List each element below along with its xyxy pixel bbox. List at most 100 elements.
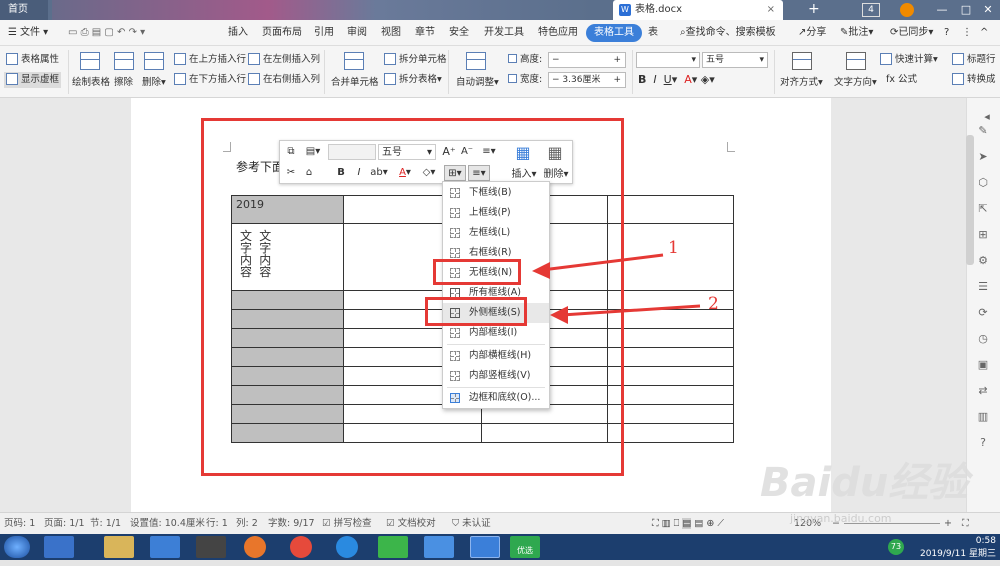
menu-table-style[interactable]: 表 (648, 20, 658, 46)
media-player-icon[interactable] (150, 536, 180, 558)
window-count-badge[interactable]: 4 (862, 3, 880, 17)
select-icon[interactable]: ➤ (975, 150, 991, 164)
help-icon[interactable]: ? (944, 20, 949, 46)
menu-security[interactable]: 安全 (449, 20, 469, 46)
delete-label[interactable]: 删除▾ (142, 74, 166, 88)
delete-icon[interactable] (144, 52, 164, 70)
tool-icon[interactable]: ▥ (975, 410, 991, 424)
page-view-icon[interactable]: ▤ (682, 518, 692, 529)
quick-calc-button[interactable]: 快速计算▾ (880, 52, 938, 68)
width-input[interactable]: − 3.36厘米 + (548, 72, 626, 88)
taskbar-app[interactable] (44, 536, 74, 558)
minimize-icon[interactable]: — (930, 0, 954, 20)
menu-file[interactable]: 文件 ▾ (20, 20, 48, 46)
menu-developer[interactable]: 开发工具 (484, 20, 524, 46)
player-icon[interactable] (378, 536, 408, 558)
more-icon[interactable]: ⋮ (962, 20, 972, 46)
menu-view[interactable]: 视图 (381, 20, 401, 46)
merge-cells-label[interactable]: 合并单元格 (331, 74, 379, 88)
font-color-icon[interactable]: A (684, 73, 692, 86)
eraser-icon[interactable] (114, 52, 134, 70)
hamburger-icon[interactable]: ☰ (8, 20, 17, 46)
menu-chapter[interactable]: 章节 (415, 20, 435, 46)
font-family-select[interactable]: ▾ (636, 52, 700, 68)
quick-access-icons[interactable]: ▭ ⎙ ▤ ▢ ↶ ↷ ▾ (68, 20, 145, 46)
terminal-icon[interactable] (196, 536, 226, 558)
shape-icon[interactable]: ⬡ (975, 176, 991, 190)
new-tab-button[interactable]: + (800, 0, 820, 20)
feishu-icon[interactable] (424, 536, 454, 558)
doc-check-button[interactable]: ☑ 文档校对 (386, 513, 436, 535)
menu-references[interactable]: 引用 (314, 20, 334, 46)
formula-button[interactable]: fx 公式 (886, 72, 917, 88)
height-plus[interactable]: + (613, 53, 621, 67)
convert-button[interactable]: 转换成 (952, 72, 1000, 88)
clock-icon[interactable]: ◷ (975, 332, 991, 346)
table-cell[interactable] (607, 404, 734, 424)
sogou-browser-icon[interactable] (336, 536, 358, 558)
settings-icon[interactable]: ⚙ (975, 254, 991, 268)
menu-review[interactable]: 审阅 (347, 20, 367, 46)
close-tab-icon[interactable]: × (767, 0, 775, 20)
merge-cells-icon[interactable] (344, 52, 364, 70)
underline-icon[interactable]: U (664, 73, 672, 86)
spell-check-button[interactable]: ☑ 拼写检查 (322, 513, 372, 535)
tab-home[interactable]: 首页 (0, 0, 48, 20)
table-cell[interactable] (607, 195, 734, 224)
text-direction-icon[interactable] (846, 52, 866, 70)
pen-icon[interactable]: ✎ (975, 124, 991, 138)
share-button[interactable]: ↗分享 (798, 20, 826, 46)
align-icon[interactable] (792, 52, 812, 70)
split-table-button[interactable]: 拆分表格▾ (384, 72, 442, 88)
menu-table-tools[interactable]: 表格工具 (586, 24, 642, 42)
insert-right-button[interactable]: 在右侧插入列 (248, 72, 320, 88)
menu-insert[interactable]: 插入 (228, 20, 248, 46)
annotate-button[interactable]: ✎批注▾ (840, 20, 873, 46)
clock[interactable]: 0:58 2019/9/11 星期三 (918, 534, 996, 560)
insert-left-button[interactable]: 在左侧插入列 (248, 52, 320, 68)
collapse-icon[interactable]: ^ (980, 20, 988, 46)
vertical-scrollbar[interactable] (966, 135, 974, 265)
sliders-icon[interactable]: ☰ (975, 280, 991, 294)
show-dashed-button[interactable]: 显示虚框 (4, 72, 62, 88)
menu-page-layout[interactable]: 页面布局 (262, 20, 302, 46)
font-format-buttons[interactable]: B I U▾ A▾ ◈▾ (638, 72, 768, 88)
erase-label[interactable]: 擦除 (114, 74, 133, 88)
insert-above-button[interactable]: 在上方插入行 (174, 52, 246, 68)
close-window-icon[interactable]: ✕ (976, 0, 1000, 20)
maximize-icon[interactable]: □ (954, 0, 978, 20)
firefox-icon[interactable] (244, 536, 266, 558)
table-cell[interactable] (607, 423, 734, 443)
insert-below-button[interactable]: 在下方插入行 (174, 72, 246, 88)
table-cell[interactable] (607, 366, 734, 386)
wps-taskbar-icon[interactable] (470, 536, 500, 558)
file-explorer-icon[interactable] (104, 536, 134, 558)
tray-badge[interactable]: 73 (888, 539, 904, 555)
help-circle-icon[interactable]: ? (975, 436, 991, 450)
search-command[interactable]: ⌕查找命令、搜索模板 (680, 20, 776, 46)
swap-icon[interactable]: ⇄ (975, 384, 991, 398)
table-cell[interactable] (607, 328, 734, 348)
certification-status[interactable]: ⛉ 未认证 (452, 513, 491, 535)
arrow-icon[interactable]: ⇱ (975, 202, 991, 216)
bold-icon[interactable]: B (638, 73, 646, 86)
italic-icon[interactable]: I (653, 73, 656, 86)
lock-icon[interactable]: ▣ (975, 358, 991, 372)
font-size-select[interactable]: 五号 ▾ (702, 52, 768, 68)
auto-fit-icon[interactable] (466, 52, 486, 70)
width-plus[interactable]: + (613, 73, 621, 87)
user-avatar-icon[interactable] (900, 3, 914, 17)
chrome-icon[interactable] (290, 536, 312, 558)
sync-button[interactable]: ⟳已同步▾ (890, 20, 933, 46)
start-button[interactable] (4, 536, 30, 558)
align-label[interactable]: 对齐方式▾ (780, 74, 823, 88)
text-direction-label[interactable]: 文字方向▾ (834, 74, 877, 88)
tab-document[interactable]: W 表格.docx × (613, 0, 783, 20)
view-mode-buttons[interactable]: ⛶ ▥ ⎕ ▤ ▤ ⊕ ⟋ (652, 513, 724, 535)
split-cells-button[interactable]: 拆分单元格 (384, 52, 447, 68)
table-properties-button[interactable]: 表格属性 (6, 52, 59, 68)
table-icon[interactable]: ⊞ (975, 228, 991, 242)
auto-fit-label[interactable]: 自动调整▾ (456, 74, 499, 88)
draw-table-label[interactable]: 绘制表格 (72, 74, 110, 88)
menu-features[interactable]: 特色应用 (538, 20, 578, 46)
